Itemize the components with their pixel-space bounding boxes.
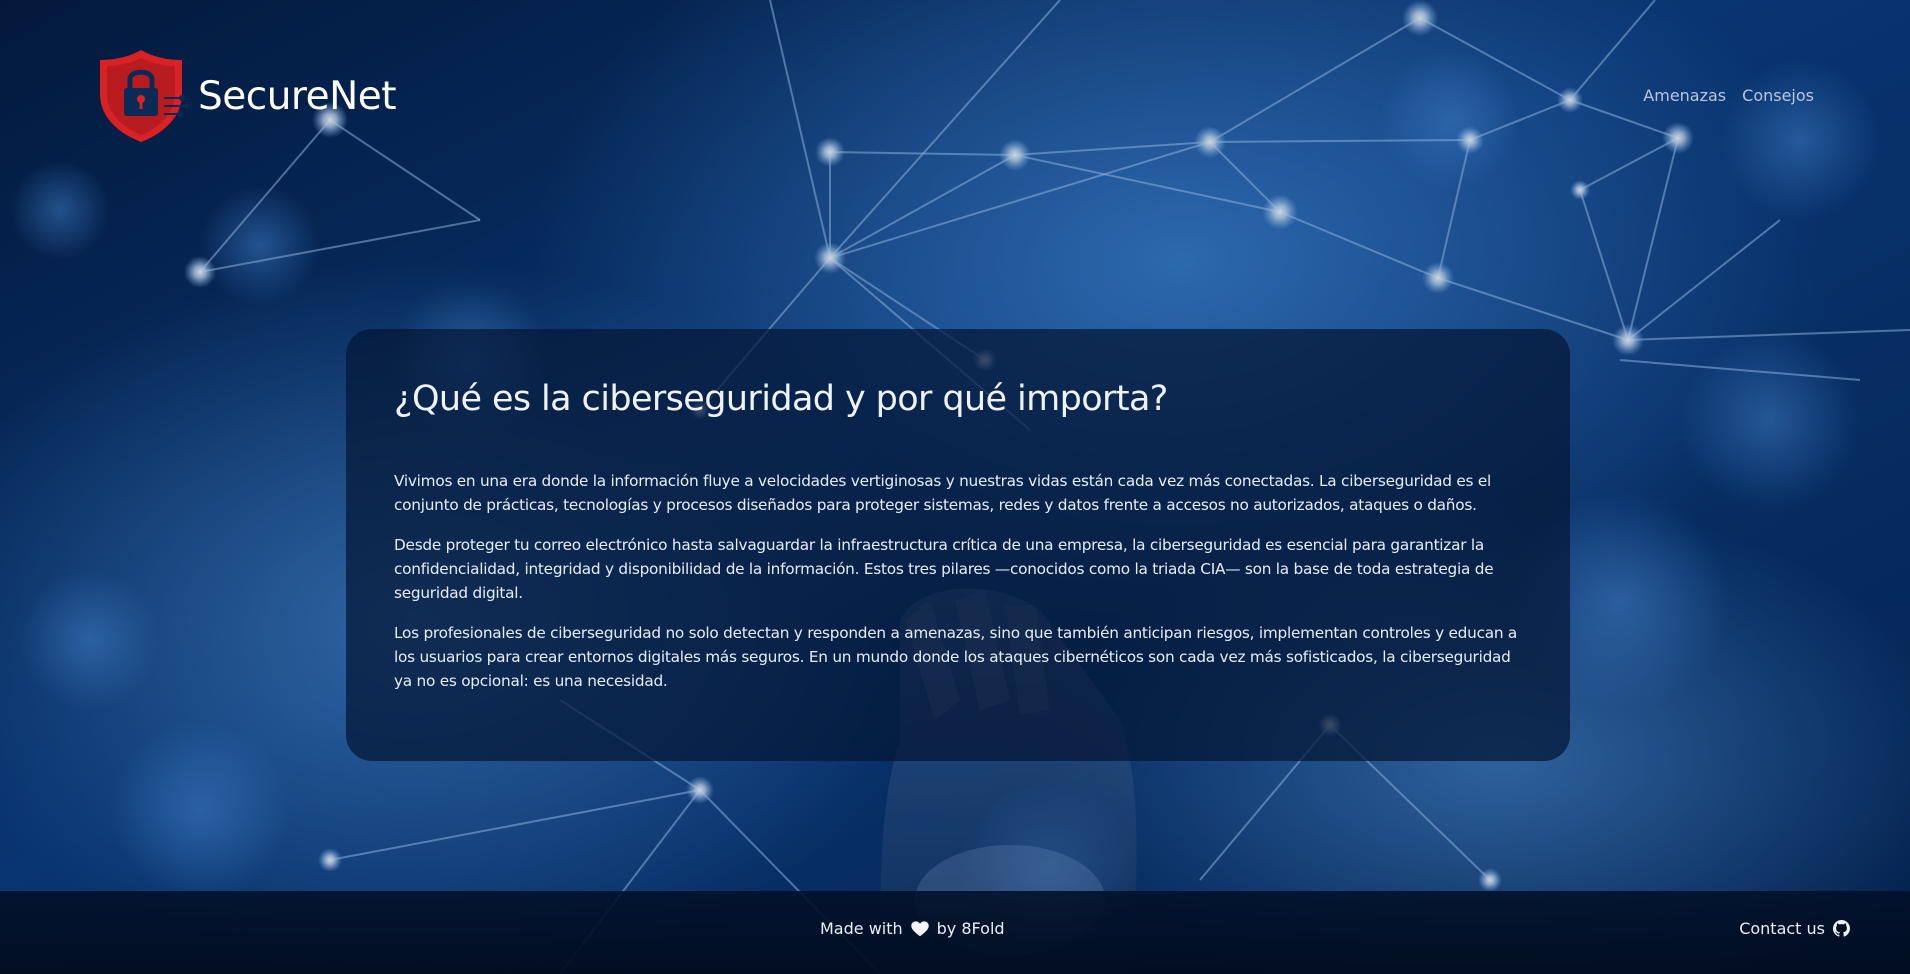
made-with-credit: Made with by 8Fold: [820, 919, 1005, 938]
page-title: ¿Qué es la ciberseguridad y por qué impo…: [394, 379, 1168, 419]
brand-link[interactable]: SecureNet: [100, 48, 397, 144]
main-nav: Amenazas Consejos: [1643, 86, 1814, 105]
github-icon: [1833, 920, 1850, 937]
content-card: ¿Qué es la ciberseguridad y por qué impo…: [346, 329, 1570, 761]
paragraph-intro: Vivimos en una era donde la información …: [394, 472, 1491, 514]
paragraph-cia: Desde proteger tu correo electrónico has…: [394, 536, 1494, 602]
site-footer: Made with by 8Fold Contact us: [0, 891, 1910, 974]
shield-lock-icon: [100, 48, 190, 144]
made-with-suffix: by 8Fold: [936, 919, 1005, 938]
contact-us-label: Contact us: [1739, 919, 1825, 938]
heart-icon: [910, 920, 929, 937]
brand-name: SecureNet: [198, 73, 397, 119]
paragraph-professionals: Los profesionales de ciberseguridad no s…: [394, 624, 1518, 690]
made-with-prefix: Made with: [820, 919, 903, 938]
nav-link-consejos[interactable]: Consejos: [1742, 86, 1814, 105]
site-header: SecureNet Amenazas Consejos: [0, 0, 1910, 160]
nav-link-amenazas[interactable]: Amenazas: [1643, 86, 1726, 105]
contact-us-link[interactable]: Contact us: [1739, 919, 1850, 938]
